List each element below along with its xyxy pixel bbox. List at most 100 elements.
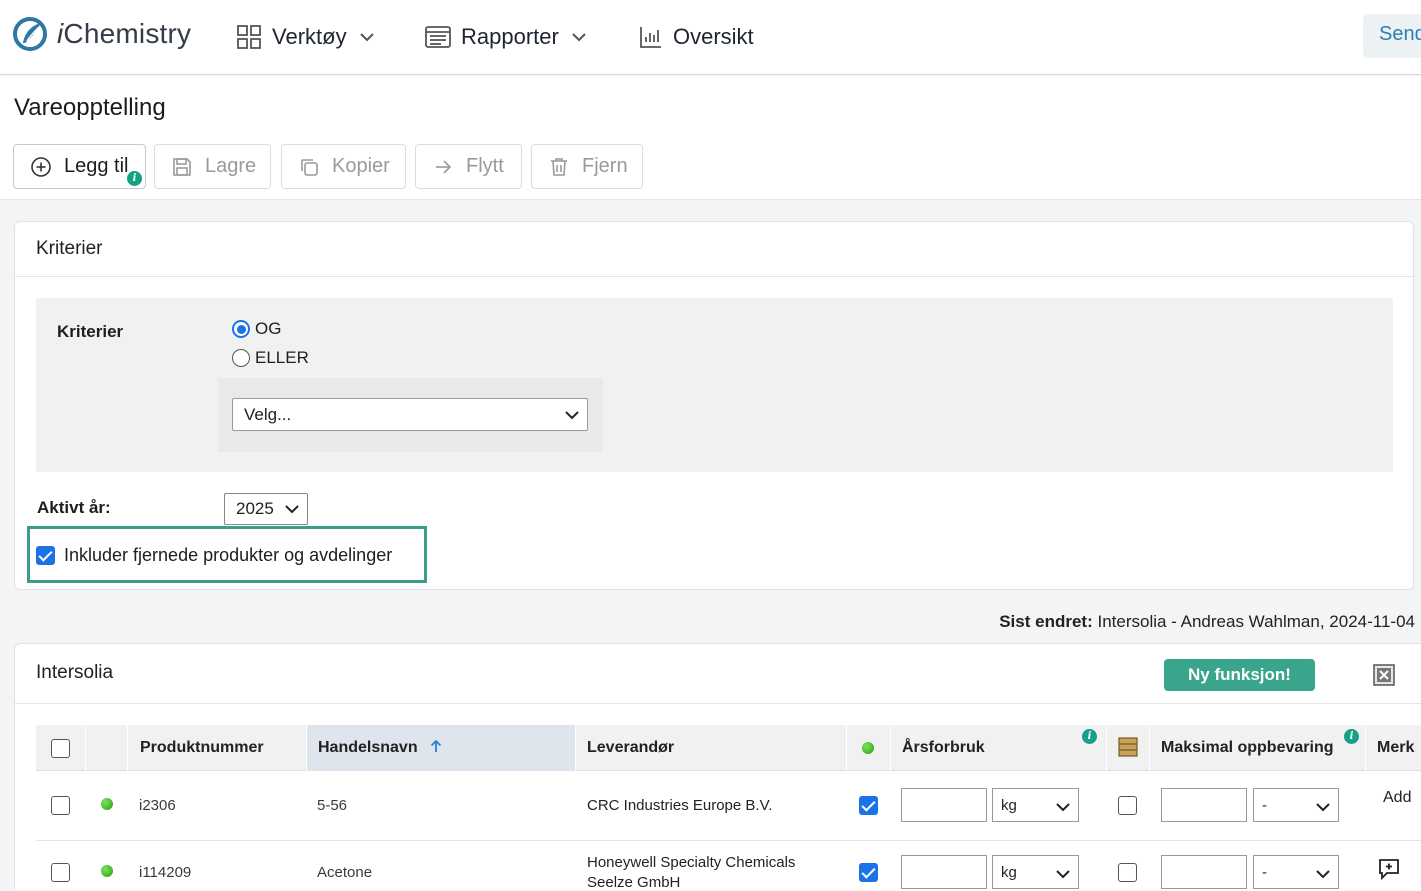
send-button[interactable]: Send: [1363, 14, 1421, 58]
chevron-down-icon: [572, 33, 586, 42]
add-note-link[interactable]: Add: [1383, 789, 1411, 807]
info-icon[interactable]: i: [1344, 729, 1359, 744]
last-changed-value: Intersolia - Andreas Wahlman, 2024-11-04: [1097, 612, 1415, 631]
storage-checkbox[interactable]: [1118, 863, 1137, 882]
nav-reports-label: Rapporter: [461, 24, 559, 49]
unit-select-value: kg: [1001, 864, 1017, 881]
save-icon: [173, 157, 191, 176]
trade-name[interactable]: Acetone: [317, 864, 372, 881]
remove-button-label: Fjern: [582, 155, 628, 177]
app-logo[interactable]: iChemistry: [13, 17, 191, 51]
copy-button-label: Kopier: [332, 155, 390, 177]
header-notes[interactable]: Merk: [1366, 725, 1421, 771]
storage-checkbox[interactable]: [1118, 796, 1137, 815]
trade-name[interactable]: 5-56: [317, 797, 347, 814]
unit-select[interactable]: kg: [992, 788, 1079, 822]
radio-or-control[interactable]: [232, 349, 250, 367]
active-checkbox[interactable]: [859, 796, 878, 815]
green-status-icon: [862, 742, 874, 754]
row-checkbox[interactable]: [51, 863, 70, 882]
page-header: Vareopptelling Legg til i Lagre Kopier F…: [0, 76, 1421, 200]
top-navigation: iChemistry Verktøy Rapporter Oversikt Se…: [0, 0, 1421, 75]
chevron-down-icon: [1056, 803, 1070, 812]
app-name: iChemistry: [57, 18, 192, 49]
arrow-right-icon: [436, 159, 452, 174]
sort-ascending-icon: [430, 739, 442, 752]
copy-icon: [301, 158, 318, 176]
new-feature-button[interactable]: Ny funksjon!: [1164, 659, 1315, 691]
add-comment-icon[interactable]: [1377, 857, 1401, 881]
criteria-select[interactable]: Velg...: [232, 398, 588, 431]
nav-reports[interactable]: Rapporter: [425, 20, 587, 54]
row-checkbox[interactable]: [51, 796, 70, 815]
header-trade-name-label: Handelsnavn: [318, 739, 418, 756]
annual-usage-input[interactable]: [901, 855, 987, 889]
header-supplier[interactable]: Leverandør: [576, 725, 847, 771]
supplier-line-2: Seelze GmbH: [587, 874, 681, 891]
include-removed-label: Inkluder fjernede produkter og avdelinge…: [64, 545, 393, 565]
header-max-storage-label: Maksimal oppbevaring: [1161, 739, 1334, 756]
table-row[interactable]: i114209 Acetone Honeywell Specialty Chem…: [36, 841, 1421, 891]
unit-select-value: kg: [1001, 797, 1017, 814]
header-annual-usage-label: Årsforbruk: [902, 739, 985, 756]
inventory-panel: Intersolia Ny funksjon! Produktnummer Ha…: [14, 643, 1421, 891]
max-storage-input[interactable]: [1161, 855, 1247, 889]
max-storage-input[interactable]: [1161, 788, 1247, 822]
active-year-value: 2025: [236, 499, 274, 518]
excel-export-icon[interactable]: [1373, 664, 1395, 686]
nav-tools[interactable]: Verktøy: [236, 20, 375, 54]
chevron-down-icon: [1316, 870, 1330, 879]
storage-unit-select-value: -: [1262, 797, 1267, 814]
annual-usage-input[interactable]: [901, 788, 987, 822]
move-button[interactable]: Flytt: [415, 144, 522, 189]
active-year-select[interactable]: 2025: [224, 493, 308, 525]
criteria-select-wrapper: Velg...: [218, 378, 603, 452]
shelf-icon: [1118, 737, 1138, 757]
header-annual-usage[interactable]: Årsforbruk i: [891, 725, 1107, 771]
nav-overview[interactable]: Oversikt: [637, 20, 754, 54]
last-changed: Sist endret: Intersolia - Andreas Wahlma…: [999, 612, 1415, 632]
report-icon: [425, 26, 451, 48]
active-year-label: Aktivt år:: [37, 498, 111, 517]
table-header: Produktnummer Handelsnavn Leverandør Års…: [36, 725, 1421, 771]
chevron-down-icon: [359, 33, 374, 42]
save-button[interactable]: Lagre: [154, 144, 271, 189]
supplier-line-1: Honeywell Specialty Chemicals: [587, 854, 796, 871]
last-changed-label: Sist endret:: [999, 612, 1093, 631]
chevron-down-icon: [565, 410, 579, 419]
criteria-label: Kriterier: [57, 322, 124, 341]
table-row[interactable]: i2306 5-56 CRC Industries Europe B.V. kg…: [36, 771, 1421, 841]
add-button-label: Legg til: [64, 155, 129, 177]
chevron-down-icon: [1056, 870, 1070, 879]
remove-button[interactable]: Fjern: [531, 144, 643, 189]
add-button[interactable]: Legg til i: [13, 144, 146, 189]
radio-and[interactable]: OG: [232, 319, 281, 339]
header-storage: [1107, 725, 1150, 771]
header-status: [86, 725, 128, 771]
active-checkbox[interactable]: [859, 863, 878, 882]
include-removed-option[interactable]: Inkluder fjernede produkter og avdelinge…: [36, 545, 392, 566]
copy-button[interactable]: Kopier: [281, 144, 406, 189]
storage-unit-select-value: -: [1262, 864, 1267, 881]
plus-circle-icon: [31, 156, 51, 177]
header-trade-name[interactable]: Handelsnavn: [307, 725, 576, 771]
info-icon[interactable]: i: [1082, 729, 1097, 744]
product-number: i2306: [139, 797, 176, 814]
storage-unit-select[interactable]: -: [1253, 788, 1339, 822]
nav-overview-label: Oversikt: [673, 24, 754, 49]
info-icon[interactable]: i: [127, 171, 142, 186]
radio-and-control[interactable]: [232, 320, 250, 338]
page-title: Vareopptelling: [14, 94, 166, 121]
header-product-number[interactable]: Produktnummer: [128, 725, 307, 771]
chevron-down-icon: [1316, 803, 1330, 812]
trash-icon: [551, 157, 567, 176]
criteria-select-value: Velg...: [244, 404, 292, 424]
storage-unit-select[interactable]: -: [1253, 855, 1339, 889]
header-max-storage[interactable]: Maksimal oppbevaring i: [1150, 725, 1366, 771]
include-removed-checkbox[interactable]: [36, 546, 55, 565]
radio-or[interactable]: ELLER: [232, 348, 309, 368]
select-all-checkbox[interactable]: [51, 739, 70, 758]
nav-tools-label: Verktøy: [272, 24, 347, 49]
header-active: [847, 725, 891, 771]
unit-select[interactable]: kg: [992, 855, 1079, 889]
